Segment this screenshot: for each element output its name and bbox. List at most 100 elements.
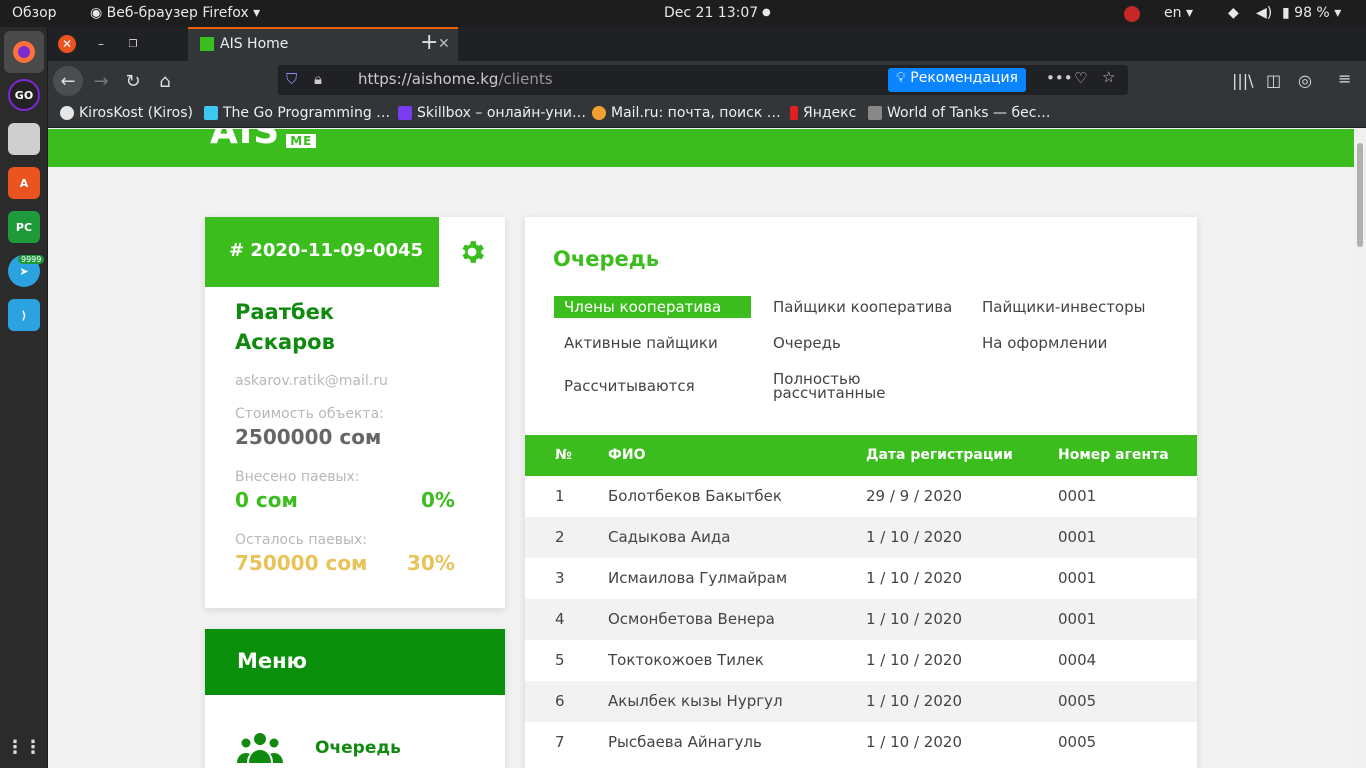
forward-icon[interactable]: → — [86, 66, 116, 96]
bookmark-item[interactable]: The Go Programming … — [204, 105, 390, 121]
restore-window-icon[interactable]: ❐ — [124, 35, 142, 53]
col-name[interactable]: ФИО — [608, 447, 646, 463]
library-icon[interactable]: |||\ — [1232, 71, 1254, 90]
cell-name: Акылбек кызы Нургул — [608, 692, 783, 710]
filter-paying[interactable]: Рассчитываются — [554, 375, 705, 397]
profile-email: askarov.ratik@mail.ru — [235, 373, 388, 389]
menu-title: Меню — [205, 629, 505, 695]
bookmark-item[interactable]: World of Tanks — бес… — [868, 105, 1050, 121]
logo-badge: ME — [286, 134, 317, 148]
vscode-dock-icon[interactable]: ⟩ — [8, 299, 40, 331]
bookmark-item[interactable]: KirosKost (Kiros) — [60, 105, 193, 121]
firefox-dock-icon[interactable] — [4, 31, 44, 73]
navigation-bar: ← → ↻ ⌂ ⛉ 🔒︎ https://aishome.kg/clients … — [48, 61, 1366, 101]
battery-icon: ▮ — [1282, 5, 1290, 21]
firefox-icon: ◉ — [90, 5, 103, 21]
clock[interactable]: Dec 21 13:07 — [664, 5, 758, 21]
mailru-icon — [592, 106, 606, 120]
filter-fully-paid[interactable]: Полностью рассчитанные — [763, 368, 903, 404]
filter-shareholders[interactable]: Пайщики кооператива — [763, 296, 962, 318]
filter-members[interactable]: Члены кооператива — [554, 296, 751, 318]
table-row[interactable]: 3 Исмаилова Гулмайрам 1 / 10 / 2020 0001 — [525, 558, 1197, 599]
col-number[interactable]: № — [555, 447, 572, 463]
tracking-shield-icon[interactable]: ⛉ — [286, 70, 297, 88]
url-bar[interactable]: ⛉ 🔒︎ https://aishome.kg/clients 💡︎ Реком… — [278, 65, 1128, 95]
table-row[interactable]: 4 Осмонбетова Венера 1 / 10 / 2020 0001 — [525, 599, 1197, 640]
home-icon[interactable]: ⌂ — [150, 66, 180, 96]
filter-investors[interactable]: Пайщики-инвесторы — [972, 296, 1155, 318]
bookmark-label: Яндекс — [803, 105, 857, 121]
hamburger-menu-icon[interactable]: ≡ — [1338, 69, 1351, 88]
filter-queue[interactable]: Очередь — [763, 332, 851, 354]
table-row[interactable]: 5 Токтокожоев Тилек 1 / 10 / 2020 0004 — [525, 640, 1197, 681]
cell-agent: 0001 — [1058, 569, 1097, 587]
pycharm-dock-icon[interactable]: PC — [8, 211, 40, 243]
back-icon[interactable]: ← — [53, 66, 83, 96]
bookmark-label: The Go Programming … — [223, 105, 391, 121]
table-row[interactable]: 1 Болотбеков Бакытбек 29 / 9 / 2020 0001 — [525, 476, 1197, 517]
software-center-dock-icon[interactable]: A — [8, 167, 40, 199]
language-label: en — [1164, 5, 1182, 21]
volume-icon[interactable]: ◀) — [1256, 5, 1272, 21]
col-agent[interactable]: Номер агента — [1058, 447, 1169, 463]
cell-agent: 0001 — [1058, 528, 1097, 546]
cell-agent: 0001 — [1058, 610, 1097, 628]
left-value: 750000 сом — [235, 551, 368, 575]
cell-reg-date: 1 / 10 / 2020 — [866, 610, 962, 628]
wifi-icon[interactable]: ◆ — [1228, 5, 1239, 21]
show-apps-icon[interactable]: ⋮⋮ — [6, 731, 42, 763]
skillbox-icon — [398, 106, 412, 120]
pocket-icon[interactable]: ♡ — [1074, 69, 1087, 87]
cell-name: Садыкова Аида — [608, 528, 731, 546]
profile-id: # 2020-11-09-0045 — [205, 217, 439, 287]
menu-item-queue[interactable]: Очередь — [235, 729, 495, 768]
bookmark-item[interactable]: Яндекс — [790, 105, 856, 121]
chevron-down-icon: ▾ — [253, 5, 261, 21]
cell-number: 2 — [555, 528, 565, 546]
cell-number: 1 — [555, 487, 565, 505]
new-tab-icon[interactable]: + — [420, 30, 438, 55]
paid-percent: 0% — [421, 488, 455, 512]
filter-active[interactable]: Активные пайщики — [554, 332, 728, 354]
battery-indicator[interactable]: ▮ 98 % ▾ — [1282, 5, 1341, 21]
recommendation-label: Рекомендация — [910, 70, 1018, 86]
account-icon[interactable]: ◎ — [1298, 71, 1312, 90]
lock-icon[interactable]: 🔒︎ — [314, 70, 322, 88]
recommendation-button[interactable]: 💡︎ Рекомендация — [888, 68, 1026, 92]
bookmark-star-icon[interactable]: ☆ — [1102, 68, 1115, 86]
table-row[interactable]: 7 Рысбаева Айнагуль 1 / 10 / 2020 0005 — [525, 722, 1197, 763]
tab-ais-home[interactable]: AIS Home ✕ — [188, 27, 458, 61]
app-menu[interactable]: ◉ Веб-браузер Firefox ▾ — [90, 5, 260, 21]
minimize-window-icon[interactable]: – — [92, 35, 110, 53]
bookmark-item[interactable]: Mail.ru: почта, поиск … — [592, 105, 781, 121]
tray-app-icon[interactable] — [1124, 6, 1140, 22]
reload-icon[interactable]: ↻ — [118, 66, 148, 96]
table-row[interactable]: 2 Садыкова Аида 1 / 10 / 2020 0001 — [525, 517, 1197, 558]
queue-card: Очередь Члены кооператива Пайщики коопер… — [525, 217, 1197, 768]
last-name: Аскаров — [235, 330, 335, 354]
url-path: /clients — [498, 70, 553, 88]
cell-agent: 0004 — [1058, 651, 1097, 669]
files-dock-icon[interactable] — [8, 123, 40, 155]
bookmark-label: World of Tanks — бес… — [887, 105, 1051, 121]
bookmark-label: Mail.ru: почта, поиск … — [611, 105, 781, 121]
activities-button[interactable]: Обзор — [12, 5, 57, 21]
gear-icon[interactable] — [457, 237, 487, 267]
language-indicator[interactable]: en ▾ — [1164, 5, 1193, 21]
scrollbar-thumb[interactable] — [1357, 143, 1363, 247]
sidebar-icon[interactable]: ◫ — [1266, 71, 1281, 90]
goland-dock-icon[interactable]: GO — [8, 79, 40, 111]
site-logo[interactable]: AIS ME — [210, 129, 317, 152]
table-row[interactable]: 6 Акылбек кызы Нургул 1 / 10 / 2020 0005 — [525, 681, 1197, 722]
page-scrollbar[interactable] — [1354, 129, 1366, 768]
close-tab-icon[interactable]: ✕ — [438, 36, 450, 52]
url-text[interactable]: https://aishome.kg/clients — [358, 70, 553, 88]
filter-processing[interactable]: На оформлении — [972, 332, 1117, 354]
cell-agent: 0005 — [1058, 733, 1097, 751]
close-window-icon[interactable]: ✕ — [58, 35, 76, 53]
col-reg-date[interactable]: Дата регистрации — [866, 447, 1013, 463]
page-actions-icon[interactable]: ••• — [1046, 69, 1073, 87]
profile-card: # 2020-11-09-0045 Раатбек Аскаров askaro… — [205, 217, 505, 608]
bookmark-item[interactable]: Skillbox – онлайн-уни… — [398, 105, 586, 121]
table-header: № ФИО Дата регистрации Номер агента — [525, 435, 1197, 476]
